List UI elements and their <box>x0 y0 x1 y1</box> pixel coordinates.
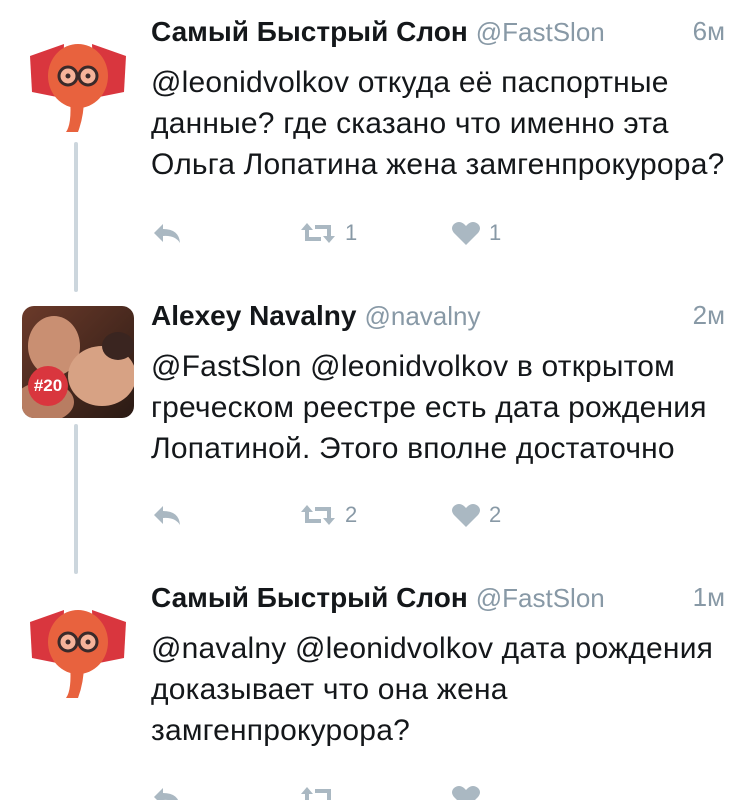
tweet-time[interactable]: 6м <box>693 16 725 47</box>
elephant-logo-icon[interactable] <box>22 26 134 138</box>
like-button[interactable]: 2 <box>451 497 501 533</box>
heart-icon <box>452 786 480 800</box>
tweet-thread: Самый Быстрый Слон @FastSlon 6м @leonidvo… <box>0 0 749 800</box>
retweet-icon <box>301 223 335 243</box>
reply-button[interactable] <box>151 497 183 533</box>
tweet-text: @navalny @leonidvolkov дата рождения док… <box>151 632 714 747</box>
tweet-text: @leonidvolkov откуда её паспортные данны… <box>151 66 725 181</box>
heart-icon <box>452 504 480 527</box>
reply-button[interactable] <box>151 215 183 251</box>
author-handle[interactable]: @FastSlon <box>476 17 605 47</box>
tweet-header: Alexey Navalny @navalny 2м <box>151 300 725 340</box>
tweet-time[interactable]: 2м <box>693 300 725 331</box>
tweet-text: @FastSlon @leonidvolkov в открытом грече… <box>151 350 707 465</box>
retweet-count: 1 <box>345 220 358 245</box>
reply-icon <box>154 788 179 800</box>
elephant-logo-icon[interactable] <box>22 592 134 704</box>
tweet-actions: 1 1 <box>151 215 725 255</box>
author-name[interactable]: Alexey Navalny <box>151 300 356 331</box>
like-button[interactable]: 1 <box>451 215 501 251</box>
retweet-button[interactable] <box>299 779 345 800</box>
elephant-avatar-svg <box>22 26 134 138</box>
author-handle[interactable]: @navalny <box>364 301 480 331</box>
retweet-icon <box>301 505 335 525</box>
user-photo-avatar[interactable]: #20 <box>22 306 134 418</box>
author-handle[interactable]: @FastSlon <box>476 583 605 613</box>
tweet-actions <box>151 779 725 800</box>
tweet-header: Самый Быстрый Слон @FastSlon 1м <box>151 582 725 622</box>
tweet-actions: 2 2 <box>151 497 725 537</box>
thread-connector-line <box>74 424 78 574</box>
author-name[interactable]: Самый Быстрый Слон <box>151 582 468 613</box>
tweet-header: Самый Быстрый Слон @FastSlon 6м <box>151 16 725 56</box>
reply-button[interactable] <box>151 779 183 800</box>
retweet-icon <box>301 787 335 800</box>
tweet-time[interactable]: 1м <box>693 582 725 613</box>
like-count: 2 <box>489 502 502 527</box>
heart-icon <box>452 222 480 245</box>
like-button[interactable] <box>451 779 489 800</box>
avatar-badge: #20 <box>28 366 68 406</box>
reply-icon <box>154 506 180 525</box>
elephant-avatar-svg <box>22 592 134 704</box>
like-count: 1 <box>489 220 502 245</box>
retweet-count: 2 <box>345 502 358 527</box>
retweet-button[interactable]: 1 <box>299 215 357 251</box>
retweet-button[interactable]: 2 <box>299 497 357 533</box>
author-name[interactable]: Самый Быстрый Слон <box>151 16 468 47</box>
reply-icon <box>154 224 180 243</box>
thread-connector-line <box>74 142 78 292</box>
